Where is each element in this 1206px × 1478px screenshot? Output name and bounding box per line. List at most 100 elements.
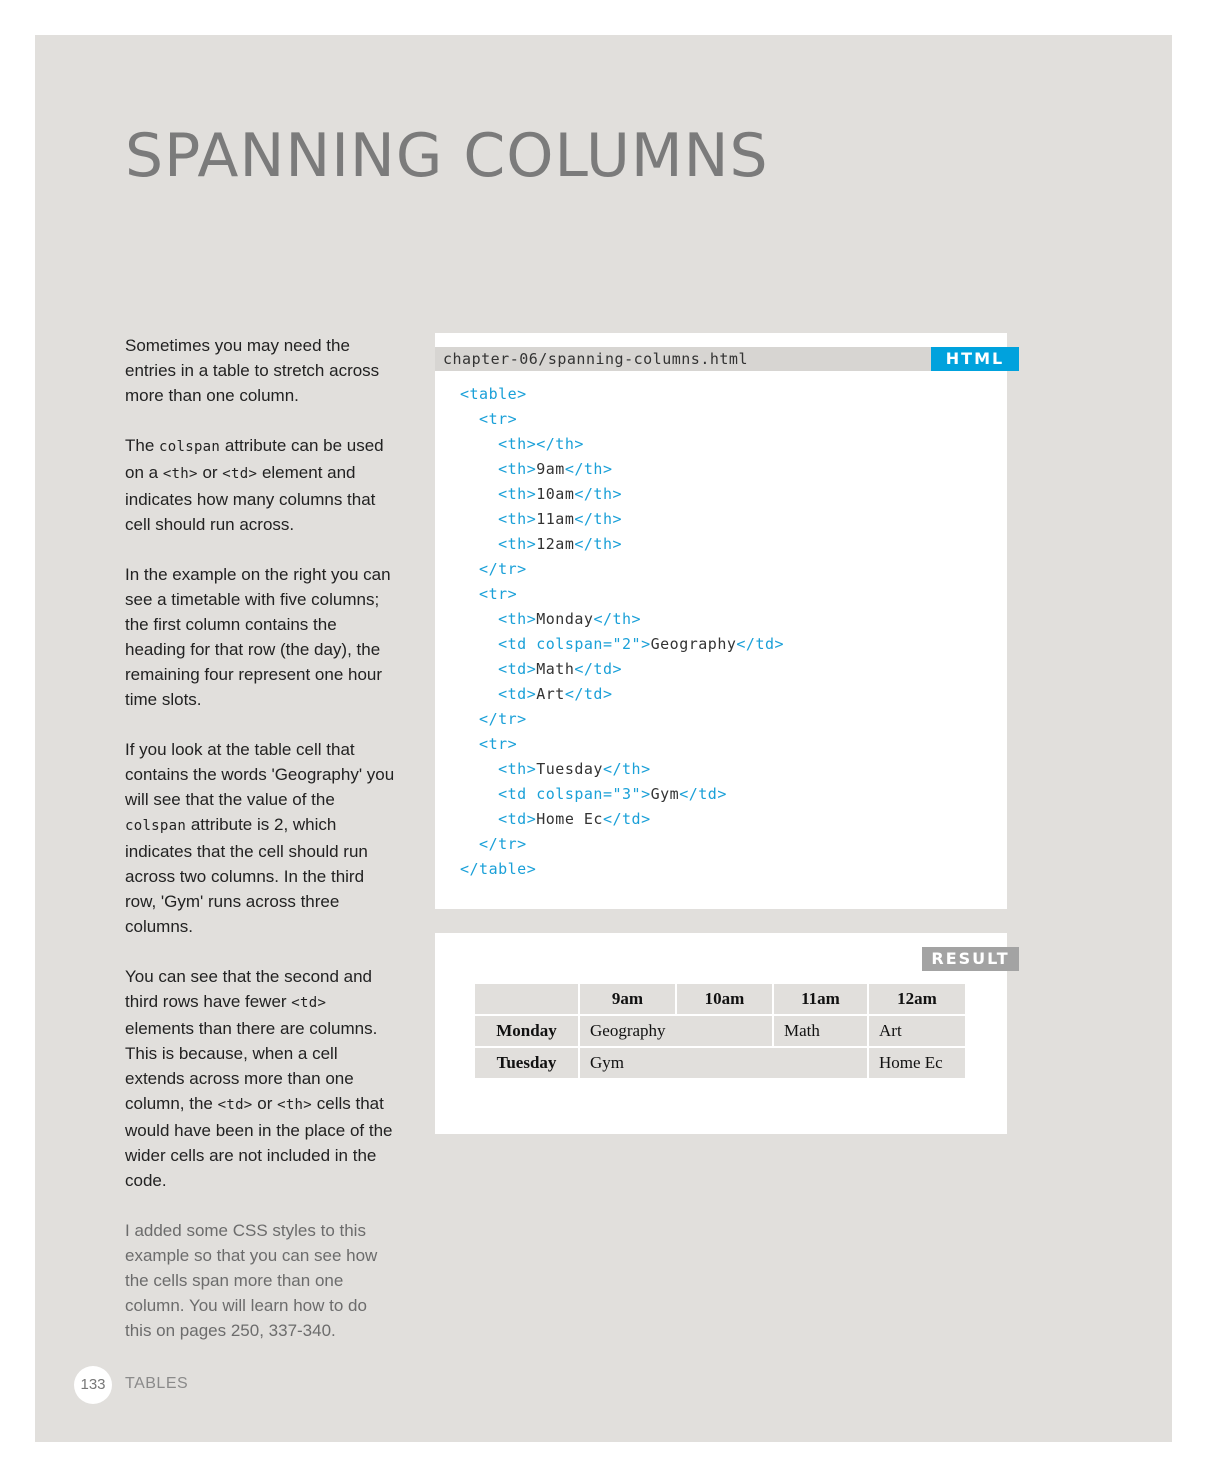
- table-cell: Gym: [580, 1048, 867, 1078]
- code-tag: </td>: [564, 685, 613, 703]
- paragraph-colspan: The colspan attribute can be used on a <…: [125, 433, 395, 537]
- result-panel: RESULT 9am 10am 11am 12am Monday Geograph…: [435, 933, 1019, 1134]
- code-filename: chapter-06/spanning-columns.html: [443, 350, 748, 368]
- code-tag: <tr>: [460, 410, 518, 428]
- code-tag: <td>: [460, 660, 537, 678]
- code-line: <th>Monday</th>: [460, 607, 784, 632]
- paragraph-example: In the example on the right you can see …: [125, 565, 391, 709]
- table-header-cell: 9am: [580, 984, 675, 1014]
- code-tag: <th>: [460, 535, 537, 553]
- code-line: <td colspan="3">Gym</td>: [460, 782, 784, 807]
- code-tag: </tr>: [460, 710, 527, 728]
- code-tag: </td>: [574, 660, 623, 678]
- code-line: </tr>: [460, 707, 784, 732]
- code-content: Geography: [650, 635, 737, 653]
- code-tag: <th>: [460, 510, 537, 528]
- code-tag: </td>: [679, 785, 727, 803]
- code-line: <tr>: [460, 582, 784, 607]
- code-panel: chapter-06/spanning-columns.html HTML <t…: [435, 333, 1019, 909]
- code-tag: <td colspan="2">: [460, 635, 651, 653]
- paragraph-fewer-cells: You can see that the second and third ro…: [125, 964, 395, 1193]
- code-line: <tr>: [460, 732, 784, 757]
- code-inline: colspan: [125, 818, 187, 834]
- code-inline: <th>: [162, 466, 198, 482]
- table-header-cell: [475, 984, 578, 1014]
- code-line: </tr>: [460, 832, 784, 857]
- table-header-cell: 12am: [869, 984, 965, 1014]
- code-inline: <th>: [277, 1097, 313, 1113]
- code-inline: colspan: [159, 439, 221, 455]
- code-inline: <td>: [291, 995, 327, 1011]
- page-title: SPANNING COLUMNS: [125, 121, 769, 191]
- code-tag: </td>: [602, 810, 651, 828]
- paragraph-intro: Sometimes you may need the entries in a …: [125, 336, 380, 405]
- code-content: Home Ec: [536, 810, 603, 828]
- code-inline: <td>: [217, 1097, 253, 1113]
- section-name: TABLES: [125, 1375, 189, 1392]
- table-header-cell: 10am: [677, 984, 772, 1014]
- code-line: <th>10am</th>: [460, 482, 784, 507]
- code-line: <tr>: [460, 407, 784, 432]
- code-tag: <td>: [460, 810, 537, 828]
- text-run: If you look at the table cell that conta…: [125, 740, 395, 809]
- table-cell: Geography: [580, 1016, 772, 1046]
- code-line: <td>Home Ec</td>: [460, 807, 784, 832]
- code-tag: <tr>: [460, 585, 518, 603]
- code-line: </table>: [460, 857, 784, 882]
- code-header-bar: chapter-06/spanning-columns.html: [435, 347, 931, 371]
- table-cell: Art: [869, 1016, 965, 1046]
- book-page: SPANNING COLUMNS Sometimes you may need …: [35, 35, 1172, 1442]
- result-badge: RESULT: [922, 947, 1019, 971]
- result-table: 9am 10am 11am 12am Monday Geography Math Ar…: [473, 982, 967, 1080]
- page-number: 133: [74, 1366, 112, 1404]
- code-tag: <th>: [460, 760, 537, 778]
- code-content: Math: [536, 660, 575, 678]
- code-content: 12am: [536, 535, 575, 553]
- code-line: <table>: [460, 382, 784, 407]
- code-tag: </td>: [736, 635, 785, 653]
- code-line: <th>9am</th>: [460, 457, 784, 482]
- code-content: Tuesday: [536, 760, 603, 778]
- paragraph-css-note: I added some CSS styles to this example …: [125, 1221, 378, 1340]
- code-line: <th>Tuesday</th>: [460, 757, 784, 782]
- code-content: 9am: [536, 460, 565, 478]
- table-row: Monday Geography Math Art: [475, 1016, 965, 1046]
- text-run: You can see that the second and third ro…: [125, 967, 373, 1011]
- code-content: 11am: [536, 510, 575, 528]
- code-tag: <table>: [460, 385, 527, 403]
- text-run: The: [125, 436, 160, 455]
- code-content: Art: [536, 685, 565, 703]
- code-block: <table> <tr> <th></th> <th>9am</th> <th>…: [460, 382, 784, 882]
- code-tag: <td>: [460, 685, 537, 703]
- code-tag: </th>: [574, 510, 623, 528]
- code-line: <th>11am</th>: [460, 507, 784, 532]
- code-line: <th>12am</th>: [460, 532, 784, 557]
- table-header-row: 9am 10am 11am 12am: [475, 984, 965, 1014]
- code-tag: </th>: [574, 535, 623, 553]
- code-tag: </th>: [564, 460, 613, 478]
- code-tag: </tr>: [460, 560, 527, 578]
- code-tag: </th>: [602, 760, 651, 778]
- code-line: <td>Math</td>: [460, 657, 784, 682]
- text-run: attribute is: [186, 815, 274, 834]
- code-content: Gym: [650, 785, 680, 803]
- html-badge: HTML: [931, 347, 1019, 371]
- code-line: <td colspan="2">Geography</td>: [460, 632, 784, 657]
- code-tag: </th>: [593, 610, 642, 628]
- code-inline: <td>: [222, 466, 258, 482]
- code-line: </tr>: [460, 557, 784, 582]
- table-cell: Home Ec: [869, 1048, 965, 1078]
- code-tag: <td colspan="3">: [460, 785, 651, 803]
- code-tag: <th>: [460, 610, 537, 628]
- body-text: Sometimes you may need the entries in a …: [125, 333, 395, 1368]
- code-tag: <th></th>: [460, 435, 584, 453]
- code-line: <td>Art</td>: [460, 682, 784, 707]
- code-tag: </table>: [460, 860, 537, 878]
- code-content: 10am: [536, 485, 575, 503]
- code-content: Monday: [536, 610, 594, 628]
- code-tag: <tr>: [460, 735, 518, 753]
- code-tag: <th>: [460, 485, 537, 503]
- code-tag: </th>: [574, 485, 623, 503]
- table-cell: Math: [774, 1016, 867, 1046]
- text-run: or: [252, 1094, 278, 1113]
